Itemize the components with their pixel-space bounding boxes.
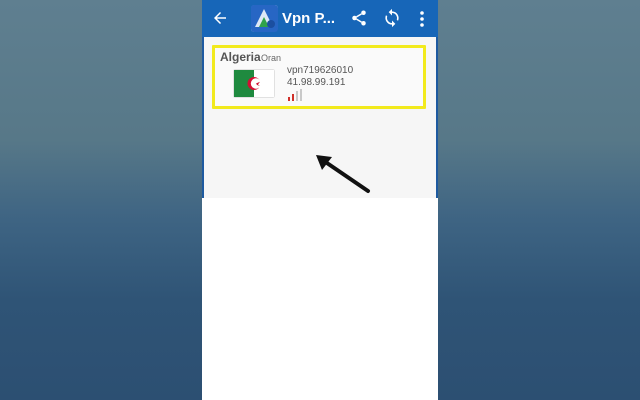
empty-area [202,198,438,400]
server-country: Algeria [220,50,261,64]
back-arrow-icon[interactable] [211,9,229,27]
refresh-icon[interactable] [382,8,402,28]
side-border-right [436,37,438,198]
server-city: Oran [261,53,282,63]
app-logo-icon [251,5,278,32]
server-ip: 41.98.99.191 [287,77,346,88]
app-bar: Vpn P... [202,0,438,37]
share-icon[interactable] [350,9,368,27]
app-title: Vpn P... [282,10,336,27]
algeria-flag-icon [234,70,274,97]
annotation-arrow-icon [316,155,370,193]
phone-screen: Vpn P... Algeria Oran vpn719626010 41.98… [202,0,438,400]
signal-strength-icon [288,89,302,101]
more-vert-icon[interactable] [416,10,428,28]
server-item[interactable]: Algeria Oran vpn719626010 41.98.99.191 [212,45,426,109]
server-name: vpn719626010 [287,65,354,76]
